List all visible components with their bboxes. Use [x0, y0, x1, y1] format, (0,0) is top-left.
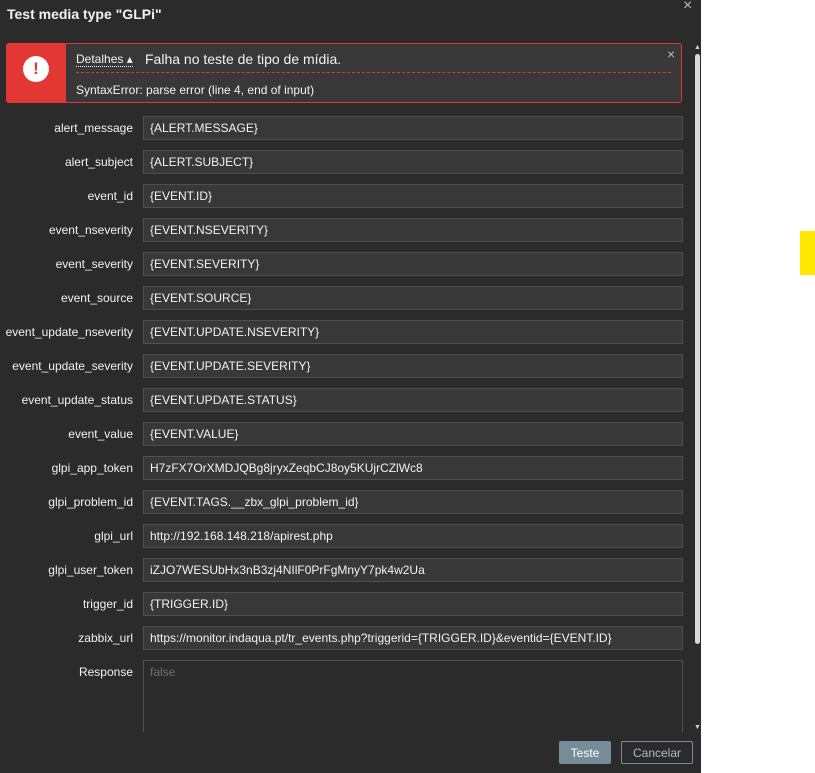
param-input[interactable]: {EVENT.UPDATE.STATUS} — [143, 388, 683, 412]
param-row: event_source {EVENT.SOURCE} — [0, 286, 694, 310]
response-textarea[interactable]: false — [143, 660, 683, 732]
param-label: glpi_problem_id — [48, 495, 133, 509]
param-input[interactable]: https://monitor.indaqua.pt/tr_events.php… — [143, 626, 683, 650]
param-row: zabbix_url https://monitor.indaqua.pt/tr_… — [0, 626, 694, 650]
param-input[interactable]: {ALERT.SUBJECT} — [143, 150, 683, 174]
details-toggle[interactable]: Detalhes ▴ — [76, 52, 133, 67]
param-label: event_update_severity — [12, 359, 133, 373]
scroll-down-icon[interactable]: ▼ — [694, 724, 701, 732]
error-close-icon[interactable]: × — [667, 46, 675, 62]
cancel-button[interactable]: Cancelar — [621, 741, 693, 764]
close-icon[interactable]: × — [683, 0, 692, 15]
param-row: trigger_id {TRIGGER.ID} — [0, 592, 694, 616]
param-input[interactable]: {EVENT.NSEVERITY} — [143, 218, 683, 242]
param-label: event_source — [60, 291, 133, 305]
param-input[interactable]: {EVENT.SOURCE} — [143, 286, 683, 310]
param-label: trigger_id — [82, 597, 133, 611]
error-separator — [76, 72, 671, 73]
scrollbar[interactable]: ▲ ▼ — [694, 44, 701, 732]
param-row: event_update_status {EVENT.UPDATE.STATUS} — [0, 388, 694, 412]
param-input[interactable]: {ALERT.MESSAGE} — [143, 116, 683, 140]
param-input[interactable]: {TRIGGER.ID} — [143, 592, 683, 616]
test-media-type-dialog: Test media type "GLPi" × ! Detalhes ▴ Fa… — [0, 0, 701, 773]
param-input[interactable]: {EVENT.UPDATE.SEVERITY} — [143, 354, 683, 378]
param-label: event_severity — [55, 257, 133, 271]
param-label: glpi_user_token — [48, 563, 133, 577]
param-row: alert_subject {ALERT.SUBJECT} — [0, 150, 694, 174]
error-icon-panel: ! — [7, 44, 66, 102]
param-row: glpi_problem_id {EVENT.TAGS.__zbx_glpi_pr… — [0, 490, 694, 514]
error-message-box: ! Detalhes ▴ Falha no teste de tipo de m… — [6, 43, 682, 103]
dialog-body: ! Detalhes ▴ Falha no teste de tipo de m… — [0, 40, 694, 732]
param-input[interactable]: iZJO7WESUbHx3nB3zj4NIlF0PrFgMnyY7pk4w2Ua — [143, 558, 683, 582]
test-button[interactable]: Teste — [559, 741, 611, 764]
param-label: glpi_url — [94, 529, 133, 543]
param-row: glpi_app_token H7zFX7OrXMDJQBg8jryxZeqbCJ… — [0, 456, 694, 480]
dialog-title: Test media type "GLPi" — [7, 6, 162, 22]
param-row: event_nseverity {EVENT.NSEVERITY} — [0, 218, 694, 242]
param-label: event_id — [87, 189, 133, 203]
param-row: event_severity {EVENT.SEVERITY} — [0, 252, 694, 276]
error-detail: SyntaxError: parse error (line 4, end of… — [76, 83, 315, 97]
param-input[interactable]: http://192.168.148.218/apirest.php — [143, 524, 683, 548]
param-row: event_update_severity {EVENT.UPDATE.SEVER… — [0, 354, 694, 378]
scroll-thumb[interactable] — [695, 54, 700, 644]
param-row: glpi_url http://192.168.148.218/apirest.p… — [0, 524, 694, 548]
param-label: glpi_app_token — [51, 461, 133, 475]
param-label: alert_message — [54, 121, 133, 135]
param-row: event_update_nseverity {EVENT.UPDATE.NSEV… — [0, 320, 694, 344]
param-label: event_update_nseverity — [5, 325, 133, 339]
exclamation-icon: ! — [23, 56, 49, 82]
param-label: alert_subject — [64, 155, 133, 169]
error-title: Falha no teste de tipo de mídia. — [145, 51, 342, 67]
param-row: alert_message {ALERT.MESSAGE} — [0, 116, 694, 140]
param-label: event_nseverity — [48, 223, 133, 237]
yellow-marker — [800, 231, 815, 275]
param-input[interactable]: {EVENT.UPDATE.NSEVERITY} — [143, 320, 683, 344]
param-label: zabbix_url — [78, 631, 133, 645]
param-row: glpi_user_token iZJO7WESUbHx3nB3zj4NIlF0P… — [0, 558, 694, 582]
param-row: event_value {EVENT.VALUE} — [0, 422, 694, 446]
response-label: Response — [78, 665, 133, 679]
param-input[interactable]: {EVENT.SEVERITY} — [143, 252, 683, 276]
param-label: event_value — [68, 427, 133, 441]
scroll-up-icon[interactable]: ▲ — [694, 44, 701, 52]
param-input[interactable]: {EVENT.VALUE} — [143, 422, 683, 446]
param-input[interactable]: {EVENT.TAGS.__zbx_glpi_problem_id} — [143, 490, 683, 514]
param-row: event_id {EVENT.ID} — [0, 184, 694, 208]
param-input[interactable]: {EVENT.ID} — [143, 184, 683, 208]
param-label: event_update_status — [21, 393, 133, 407]
param-input[interactable]: H7zFX7OrXMDJQBg8jryxZeqbCJ8oy5KUjrCZlWc8 — [143, 456, 683, 480]
